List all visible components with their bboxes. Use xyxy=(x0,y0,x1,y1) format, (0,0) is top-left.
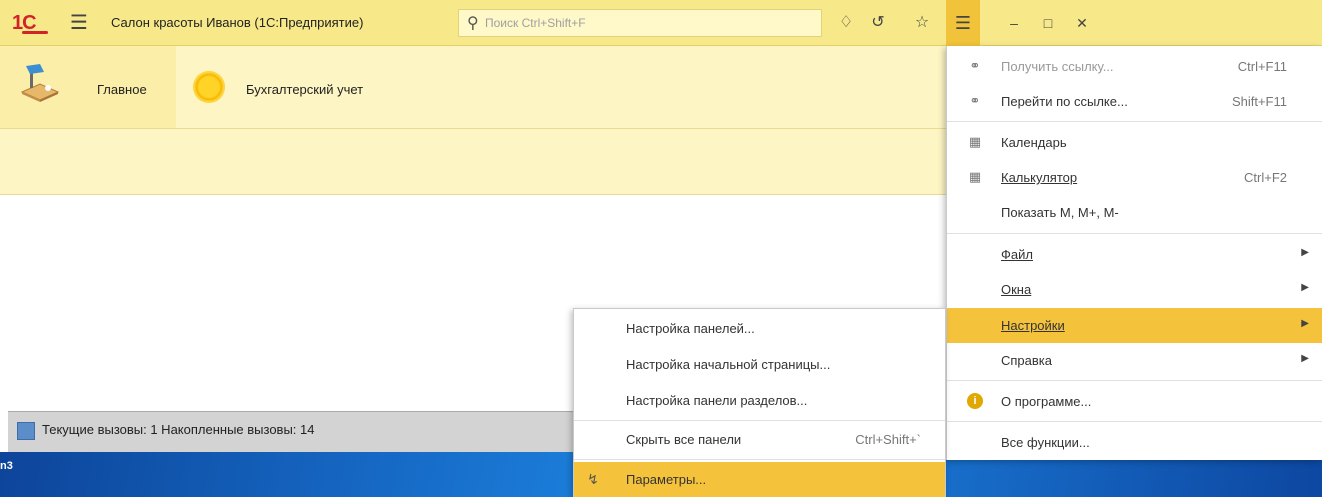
menu-separator xyxy=(947,380,1322,381)
menu-separator xyxy=(574,459,945,460)
section-main[interactable]: Главное xyxy=(0,46,176,128)
menu-item-go-to-link[interactable]: ⚭ Перейти по ссылке... Shift+F11 xyxy=(947,84,1322,119)
main-menu-button[interactable]: ☰ xyxy=(946,0,980,46)
title-bar: 1С ☰ Салон красоты Иванов (1С:Предприяти… xyxy=(0,0,1322,46)
sections-panel: Главное Бухгалтерский учет xyxy=(0,46,946,128)
link-go-icon: ⚭ xyxy=(969,93,981,108)
submenu-arrow-icon: ▶ xyxy=(1301,353,1309,364)
status-text: Текущие вызовы: 1 Накопленные вызовы: 14 xyxy=(42,422,315,437)
search-input[interactable] xyxy=(485,14,815,32)
menu-item-file[interactable]: Файл ▶ xyxy=(947,237,1322,272)
server-calls-icon xyxy=(17,422,35,440)
menu-separator xyxy=(947,421,1322,422)
menu-separator xyxy=(574,420,945,421)
submenu-item-panels[interactable]: Настройка панелей... xyxy=(574,311,945,346)
submenu-item-hide-panels[interactable]: Скрыть все панели Ctrl+Shift+` xyxy=(574,422,945,457)
section-label: Бухгалтерский учет xyxy=(246,82,364,97)
menu-item-help[interactable]: Справка ▶ xyxy=(947,343,1322,378)
main-menu: ⚭ Получить ссылку... Ctrl+F11 ⚭ Перейти … xyxy=(946,46,1322,460)
taskbar-label: n3 xyxy=(0,460,13,472)
menu-separator xyxy=(947,233,1322,234)
desk-lamp-icon xyxy=(20,64,60,102)
app-title: Салон красоты Иванов (1С:Предприятие) xyxy=(111,15,364,30)
menu-item-show-memory[interactable]: Показать М, М+, М- xyxy=(947,195,1322,230)
coin-icon xyxy=(193,71,225,103)
submenu-arrow-icon: ▶ xyxy=(1301,318,1309,329)
submenu-item-home-page[interactable]: Настройка начальной страницы... xyxy=(574,347,945,382)
close-icon[interactable]: ✕ xyxy=(1068,11,1096,35)
submenu-arrow-icon: ▶ xyxy=(1301,247,1309,258)
history-icon[interactable]: ↺ xyxy=(866,11,890,35)
1c-logo-icon: 1С xyxy=(12,11,56,35)
info-icon: i xyxy=(967,393,983,409)
submenu-item-parameters[interactable]: ↯ Параметры... xyxy=(574,462,945,497)
menu-item-calendar[interactable]: ▦ Календарь xyxy=(947,125,1322,160)
search-icon: ⚲ xyxy=(467,15,479,32)
search-box[interactable]: ⚲ xyxy=(458,9,822,37)
menu-item-settings[interactable]: Настройки ▶ xyxy=(947,308,1322,343)
menu-item-about[interactable]: i О программе... xyxy=(947,384,1322,419)
settings-submenu: Настройка панелей... Настройка начальной… xyxy=(573,308,946,497)
wrench-icon: ↯ xyxy=(587,471,599,487)
submenu-arrow-icon: ▶ xyxy=(1301,282,1309,293)
bell-icon[interactable]: ♢ xyxy=(834,11,858,35)
star-icon[interactable]: ☆ xyxy=(910,11,934,35)
menu-item-get-link[interactable]: ⚭ Получить ссылку... Ctrl+F11 xyxy=(947,49,1322,84)
menu-item-calculator[interactable]: ▦ Калькулятор Ctrl+F2 xyxy=(947,160,1322,195)
minimize-icon[interactable]: – xyxy=(1000,11,1028,35)
submenu-item-sections-panel[interactable]: Настройка панели разделов... xyxy=(574,383,945,418)
menu-item-all-functions[interactable]: Все функции... xyxy=(947,425,1322,460)
section-label: Главное xyxy=(97,82,147,97)
calculator-icon: ▦ xyxy=(968,169,982,184)
calendar-icon: ▦ xyxy=(968,134,982,149)
menu-item-windows[interactable]: Окна ▶ xyxy=(947,272,1322,307)
menu-separator xyxy=(947,121,1322,122)
link-icon: ⚭ xyxy=(969,58,981,73)
hamburger-menu-icon[interactable]: ☰ xyxy=(68,12,90,34)
maximize-icon[interactable]: □ xyxy=(1034,11,1062,35)
function-panel xyxy=(0,128,946,195)
